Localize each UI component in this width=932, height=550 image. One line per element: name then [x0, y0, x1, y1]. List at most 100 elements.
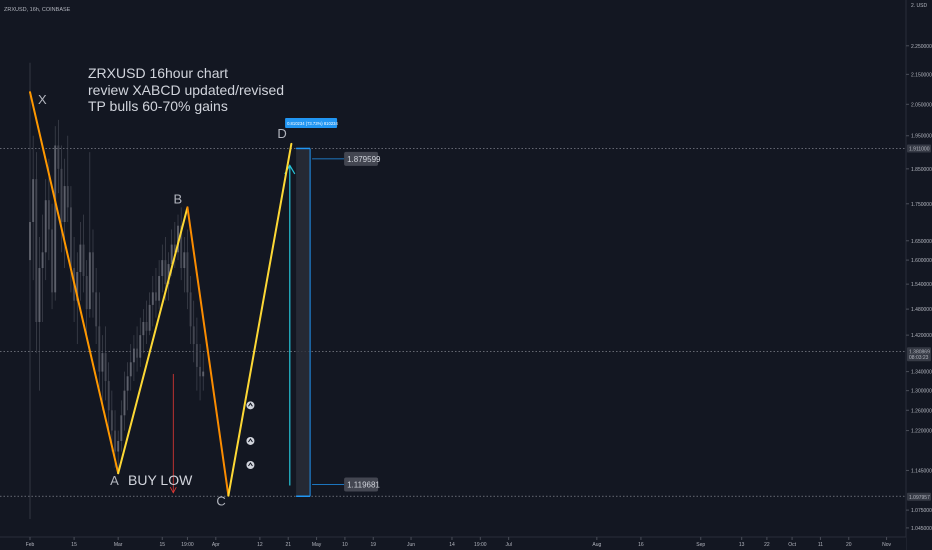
base-label: 1.119681 — [347, 481, 380, 490]
buy-low-label: BUY LOW — [128, 472, 193, 488]
candle-body — [82, 244, 85, 277]
x-tick-label: 15 — [159, 542, 165, 548]
x-tick-label: May — [312, 542, 322, 548]
y-tick-label: 2.150000 — [911, 72, 932, 78]
pattern-point-d: D — [277, 126, 286, 141]
candle-body — [85, 276, 88, 310]
chart-canvas: 1.879599 1.119681 0.810234 (73.73%) 810234… — [0, 0, 932, 550]
x-tick-label: 16 — [638, 542, 644, 548]
y-tick-label: 1.045000 — [911, 526, 932, 532]
y-tick-label-top: 2. USD — [911, 3, 928, 9]
x-tick-label: 19:00 — [181, 542, 194, 548]
candle-body — [104, 353, 107, 382]
annotation-line-3: TP bulls 60-70% gains — [88, 98, 228, 114]
candle-body — [129, 362, 132, 377]
y-tick-label: 1.650000 — [911, 239, 932, 245]
candle-body — [79, 244, 82, 273]
y-tick-label: 1.480000 — [911, 307, 932, 313]
x-tick-label: Apr — [212, 542, 220, 548]
candle-body — [199, 366, 201, 377]
measure-range-box — [296, 148, 311, 497]
candle-body — [148, 304, 151, 331]
y-tick-label: 1.145000 — [911, 468, 932, 474]
candle-body — [44, 200, 47, 253]
target-label: 1.879599 — [347, 155, 381, 164]
y-tick-label: 1.075000 — [911, 508, 932, 514]
candle-body — [155, 292, 157, 301]
x-tick-label: 21 — [285, 542, 291, 548]
candle-body — [189, 292, 192, 327]
candle-body — [41, 252, 44, 269]
y-tick-label: 2.250000 — [911, 44, 932, 50]
x-tick-label: Mar — [114, 542, 123, 548]
candle-body — [92, 252, 94, 293]
annotation-line-1: ZRXUSD 16hour chart — [88, 65, 228, 81]
annotation-line-2: review XABCD updated/revised — [88, 82, 284, 98]
candle-body — [98, 326, 101, 372]
candle-body — [158, 276, 161, 301]
y-tick-label: 1.300000 — [911, 389, 932, 395]
candle-body — [69, 207, 72, 269]
candle-body — [54, 145, 57, 293]
candle-body — [164, 260, 167, 285]
candle-body — [151, 292, 154, 305]
candle-body — [192, 326, 195, 345]
candle-body — [126, 376, 129, 391]
x-tick-label: 13 — [739, 542, 745, 548]
candle-body — [35, 179, 38, 322]
candle-body — [123, 390, 126, 416]
candle-body — [195, 344, 198, 367]
candle-body — [32, 179, 35, 223]
candle-body — [202, 371, 205, 377]
y-tick-label: 1.950000 — [911, 134, 932, 140]
pattern-point-b: B — [173, 191, 182, 206]
x-tick-label: 10 — [342, 542, 348, 548]
candle-body — [95, 292, 98, 327]
candle-body — [101, 353, 104, 372]
price-label: 1.097957 — [909, 495, 930, 501]
price-axis[interactable]: 2.250000 2.150000 2.050000 1.950000 1.850000… — [905, 0, 932, 550]
x-tick-label: 19 — [370, 542, 376, 548]
y-tick-label: 1.540000 — [911, 282, 932, 288]
x-tick-label: 22 — [764, 542, 770, 548]
x-tick-label: Aug — [592, 542, 601, 548]
x-tick-label: 20 — [846, 542, 852, 548]
x-tick-label: Feb — [26, 542, 35, 548]
x-tick-label: 11 — [818, 542, 823, 548]
candle-body — [57, 145, 60, 169]
chart: 1.879599 1.119681 0.810234 (73.73%) 810234… — [0, 0, 932, 550]
y-tick-label: 1.750000 — [911, 202, 932, 208]
y-tick-label: 2.050000 — [911, 102, 932, 108]
candle-body — [88, 252, 91, 310]
x-tick-label: Nov — [882, 542, 891, 548]
candle-body — [120, 415, 123, 441]
candle-body — [29, 222, 31, 261]
time-axis[interactable]: Feb 15 Mar 15 19:00 Apr 12 21 May 10 19 Jun 14 19:00 J… — [0, 536, 906, 550]
candle-body — [186, 252, 189, 293]
candle-body — [142, 321, 145, 336]
price-label: 08:03:23 — [909, 355, 929, 361]
candle-body — [183, 252, 186, 269]
candle-body — [63, 186, 66, 223]
x-tick-label: Oct — [788, 542, 796, 548]
candle-body — [47, 200, 50, 230]
candle-body — [132, 348, 135, 363]
x-tick-label: 15 — [71, 542, 77, 548]
y-tick-label: 1.600000 — [911, 258, 932, 264]
x-tick-label: Sep — [696, 542, 705, 548]
pattern-point-x: X — [38, 92, 47, 107]
x-tick-label: 19:00 — [474, 542, 487, 548]
candle-body — [145, 321, 148, 331]
x-tick-label: 14 — [449, 542, 455, 548]
x-tick-label: Jul — [505, 542, 511, 548]
price-label: 1.911000 — [909, 146, 930, 152]
candle-body — [136, 348, 139, 358]
candle-body — [170, 244, 173, 265]
candle-body — [60, 168, 63, 223]
y-tick-label: 1.340000 — [911, 370, 932, 376]
measure-badge-label: 0.810234 (73.73%) 810234 — [287, 121, 338, 126]
x-tick-label: 12 — [257, 542, 263, 548]
y-tick-label: 1.220000 — [911, 429, 932, 435]
candle-body — [161, 260, 164, 277]
candle-body — [139, 335, 142, 358]
